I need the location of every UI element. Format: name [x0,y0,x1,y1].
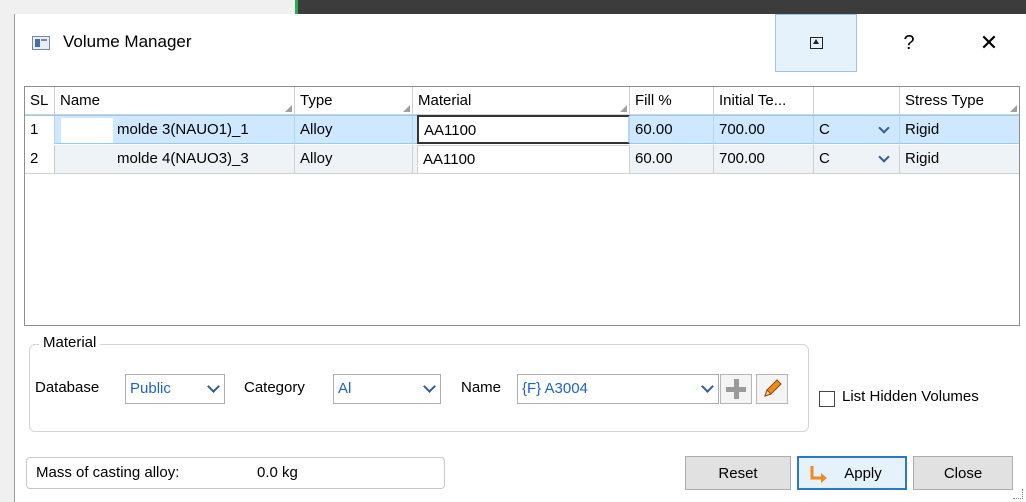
background-marker [295,0,298,14]
row-stress-type[interactable]: Rigid [900,145,1019,173]
row-type[interactable]: Alloy [295,145,413,173]
background-left-strip [0,14,14,502]
close-window-button[interactable]: ✕ [953,14,1025,72]
category-select[interactable]: Al [333,374,441,404]
chevron-down-icon[interactable] [202,375,224,403]
edit-material-button[interactable] [756,374,788,404]
collapse-icon [809,37,823,49]
row-initial-temp[interactable]: 700.00 [714,145,814,173]
table-row[interactable]: 2 molde 4(NAUO3)_3 Alloy AA1100 60.00 70… [25,145,1019,174]
list-hidden-volumes-checkbox[interactable] [819,391,835,407]
sort-grip-icon [1010,105,1017,112]
table-row[interactable]: 1 molde 3(NAUO1)_1 Alloy AA1100 60.00 70… [25,115,1019,144]
row-unit-select[interactable]: C [814,145,900,173]
chevron-down-icon[interactable] [418,375,440,403]
add-material-button[interactable] [720,374,752,404]
table-header: SL Name Type Material Fill % Initial Te.… [25,87,1019,115]
sort-grip-icon [403,105,410,112]
category-value: Al [338,380,352,397]
title-bar: Volume Manager ? ✕ [15,14,1026,72]
column-header-stress-type-label: Stress Type [905,92,984,109]
sort-grip-icon [285,105,292,112]
mass-readout: Mass of casting alloy: 0.0 kg [26,457,445,489]
row-material-editor[interactable]: AA1100 [417,145,630,174]
chevron-down-icon[interactable] [696,375,718,403]
column-header-material[interactable]: Material [413,87,630,115]
row-unit-select[interactable]: C [814,116,900,144]
material-name-select[interactable]: {F} A3004 [517,374,719,404]
window-title: Volume Manager [63,32,192,51]
app-window-icon [32,36,50,50]
apply-button[interactable]: Apply [797,456,907,490]
row-name[interactable]: molde 4(NAUO3)_3 [55,145,295,173]
database-value: Public [130,380,171,397]
close-button[interactable]: Close [913,456,1013,490]
category-label: Category [244,379,305,396]
row-type[interactable]: Alloy [295,116,413,144]
apply-arrow-icon [810,466,827,483]
row-initial-temp[interactable]: 700.00 [714,116,814,144]
column-header-type[interactable]: Type [295,87,413,115]
minimize-panel-button[interactable] [775,14,857,72]
column-header-name-label: Name [60,92,101,109]
row-unit-value: C [819,121,830,138]
row-material-editor[interactable]: AA1100 [417,115,630,144]
row-name[interactable]: molde 3(NAUO1)_1 [55,116,295,144]
pencil-icon [764,379,782,397]
row-sl: 2 [25,145,55,173]
column-header-sl[interactable]: SL [25,87,55,115]
volume-manager-dialog: Volume Manager ? ✕ SL Name Type Material… [14,14,1026,502]
background-canvas [297,0,1026,14]
row-fill[interactable]: 60.00 [630,145,714,173]
apply-button-label: Apply [844,464,882,482]
help-button[interactable]: ? [873,14,945,72]
volumes-table: SL Name Type Material Fill % Initial Te.… [24,86,1020,326]
row-stress-type[interactable]: Rigid [900,116,1019,144]
mass-label: Mass of casting alloy: [36,464,180,481]
database-label: Database [35,379,100,396]
column-header-initial-temp[interactable]: Initial Te... [714,87,814,115]
name-label: Name [461,379,502,396]
resize-grip-icon[interactable] [1013,489,1023,499]
row-fill[interactable]: 60.00 [630,116,714,144]
column-header-type-label: Type [300,92,333,109]
material-name-value: {F} A3004 [522,380,588,397]
column-header-material-label: Material [418,92,472,109]
reset-button[interactable]: Reset [685,456,791,490]
material-group-label: Material [39,334,101,351]
chevron-down-icon[interactable] [874,116,894,144]
column-header-fill[interactable]: Fill % [630,87,714,115]
list-hidden-volumes-label[interactable]: List Hidden Volumes [842,388,979,405]
column-header-stress-type[interactable]: Stress Type [900,87,1019,115]
column-header-unit[interactable] [814,87,900,115]
row-unit-value: C [819,150,830,167]
chevron-down-icon[interactable] [874,145,894,173]
column-header-name[interactable]: Name [55,87,295,115]
row-sl: 1 [25,116,55,144]
database-select[interactable]: Public [125,374,225,404]
sort-grip-icon [620,105,627,112]
mass-value: 0.0 kg [257,464,298,481]
